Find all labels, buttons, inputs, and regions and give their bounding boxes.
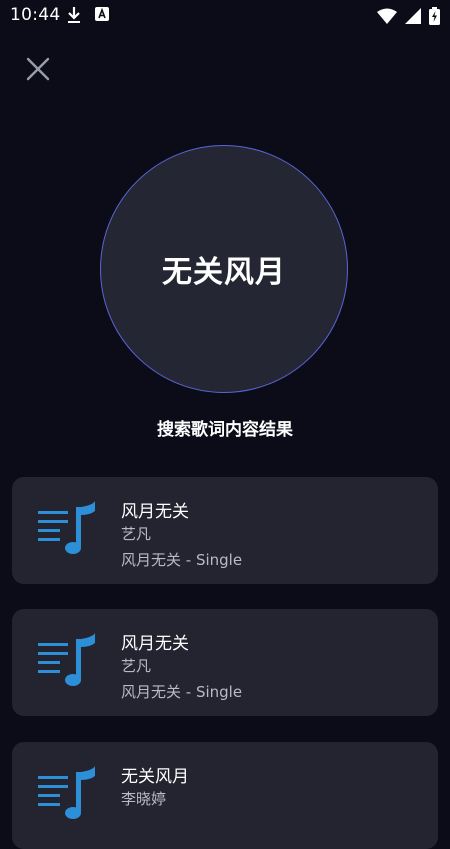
cell-signal-icon [405,8,421,24]
music-note-list-icon [38,633,95,686]
battery-charging-icon [429,7,440,25]
download-icon [68,7,80,23]
status-left-icons [66,6,110,24]
music-note-list-icon [38,766,95,819]
result-card[interactable]: 无关风月 李晓婷 [12,742,438,849]
a-notification-icon [95,7,109,21]
song-artist: 艺凡 [121,657,152,675]
song-artist: 艺凡 [121,525,152,543]
results-heading: 搜索歌词内容结果 [157,420,293,440]
query-title: 无关风月 [162,255,286,290]
music-note-list-icon [38,501,95,554]
song-album: 风月无关 - Single [121,683,243,701]
song-title: 风月无关 [121,634,189,654]
status-time: 10:44 [10,5,61,25]
result-card[interactable]: 风月无关 艺凡 风月无关 - Single [12,609,438,716]
song-artist: 李晓婷 [121,790,167,808]
close-button[interactable] [24,55,52,83]
result-card[interactable]: 风月无关 艺凡 风月无关 - Single [12,477,438,584]
song-title: 风月无关 [121,502,189,522]
wifi-icon [377,8,397,24]
song-title: 无关风月 [121,767,189,787]
close-icon [26,57,50,81]
song-album: 风月无关 - Single [121,551,243,569]
status-bar: 10:44 [0,0,450,32]
status-right-icons [377,7,440,25]
query-circle: 无关风月 [100,145,348,393]
